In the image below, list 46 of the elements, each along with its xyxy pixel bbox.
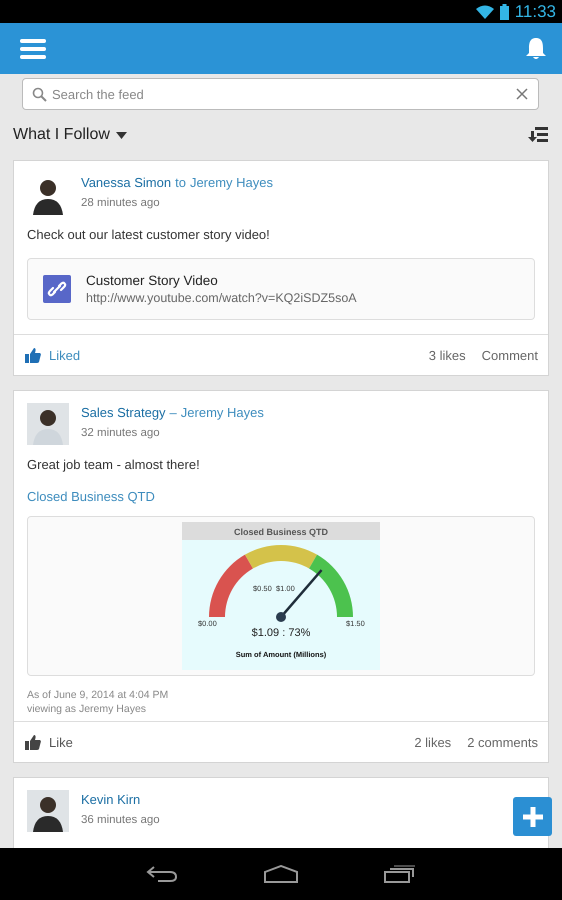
author-link[interactable]: Kevin Kirn bbox=[81, 792, 140, 807]
likes-count[interactable]: 3 likes bbox=[428, 348, 466, 362]
author-link[interactable]: Sales Strategy bbox=[81, 405, 166, 420]
report-link[interactable]: Closed Business QTD bbox=[27, 489, 535, 504]
timestamp: 32 minutes ago bbox=[81, 427, 161, 439]
like-button[interactable]: Like bbox=[25, 734, 73, 750]
plus-icon bbox=[522, 806, 542, 826]
caret-icon bbox=[116, 132, 127, 138]
clock: 11:33 bbox=[514, 2, 556, 22]
home-icon[interactable] bbox=[264, 865, 298, 883]
likes-count[interactable]: 2 likes bbox=[414, 734, 452, 750]
search-icon bbox=[32, 87, 47, 102]
menu-icon[interactable] bbox=[20, 38, 46, 58]
recipient-link[interactable]: Jeremy Hayes bbox=[180, 405, 264, 420]
close-icon[interactable] bbox=[516, 88, 528, 100]
comment-link[interactable]: Comment bbox=[482, 348, 538, 362]
wifi-icon bbox=[476, 4, 494, 18]
like-button[interactable]: Liked bbox=[25, 348, 80, 362]
connector-text: to bbox=[175, 175, 186, 190]
connector-text: – bbox=[170, 405, 177, 420]
thumbs-up-icon bbox=[25, 734, 41, 750]
post-text: Great job team - almost there! bbox=[27, 457, 201, 472]
sort-icon[interactable] bbox=[528, 127, 548, 143]
viewing-as-text: viewing as Jeremy Hayes bbox=[27, 703, 146, 715]
post-text: Check out our latest customer story video! bbox=[27, 227, 271, 242]
add-button[interactable] bbox=[513, 797, 552, 836]
comment-link[interactable]: 2 comments bbox=[467, 734, 538, 750]
recent-apps-icon[interactable] bbox=[384, 865, 416, 883]
battery-icon bbox=[500, 4, 509, 20]
timestamp: 36 minutes ago bbox=[81, 814, 160, 826]
feed-filter-dropdown[interactable]: What I Follow bbox=[13, 126, 127, 144]
gauge-needle bbox=[276, 569, 322, 622]
search-field[interactable]: Search the feed bbox=[22, 78, 539, 110]
timestamp: 28 minutes ago bbox=[81, 197, 161, 209]
author-link[interactable]: Vanessa Simon bbox=[81, 175, 172, 190]
gauge-reading: $1.09 : 73% bbox=[252, 627, 310, 639]
attachment-url: http://www.youtube.com/watch?v=KQ2iSDZ5soA bbox=[86, 291, 357, 305]
bell-icon[interactable] bbox=[526, 38, 546, 60]
link-attachment[interactable]: Customer Story Video http://www.youtube.com/watch?v=KQ2iSDZ5soA bbox=[27, 258, 535, 320]
as-of-text: As of June 9, 2014 at 4:04 PM bbox=[27, 689, 168, 701]
back-icon[interactable] bbox=[146, 865, 178, 883]
chart-title: Closed Business QTD bbox=[234, 527, 328, 537]
attachment-title: Customer Story Video bbox=[86, 273, 219, 288]
thumbs-up-icon bbox=[25, 348, 41, 362]
recipient-link[interactable]: Jeremy Hayes bbox=[190, 175, 274, 190]
link-icon bbox=[43, 275, 71, 303]
